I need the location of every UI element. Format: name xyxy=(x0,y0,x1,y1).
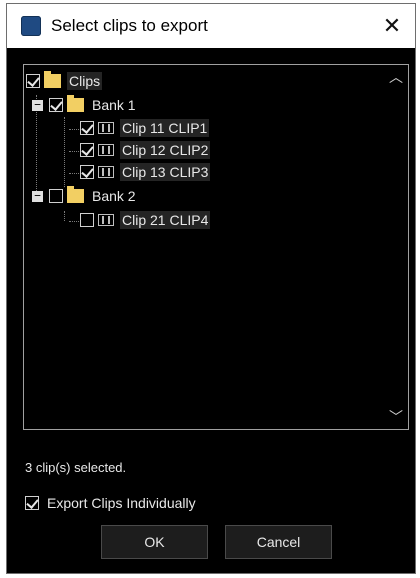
tree-item-label: Clip 21 CLIP4 xyxy=(120,211,211,229)
clip-checkbox[interactable] xyxy=(80,165,94,179)
tree-item-label: Bank 1 xyxy=(92,97,136,113)
clip-checkbox[interactable] xyxy=(80,121,94,135)
bank-2-checkbox[interactable] xyxy=(49,189,63,203)
app-icon xyxy=(21,16,41,36)
title-bar: Select clips to export ✕ xyxy=(7,4,415,48)
film-clip-icon xyxy=(98,166,114,178)
tree-item-clip-13[interactable]: Clip 13 CLIP3 xyxy=(80,161,211,183)
close-icon: ✕ xyxy=(382,13,402,38)
dialog-title: Select clips to export xyxy=(51,16,208,35)
collapse-icon[interactable]: − xyxy=(32,190,43,202)
tree-item-bank-2[interactable]: − Bank 2 xyxy=(32,185,138,207)
tree-item-label: Clip 12 CLIP2 xyxy=(120,141,211,159)
bank-1-checkbox[interactable] xyxy=(49,98,63,112)
film-clip-icon xyxy=(98,122,114,134)
export-individually-checkbox[interactable] xyxy=(25,496,39,510)
export-dialog: Select clips to export ✕ Clips − Bank 1 xyxy=(6,3,416,574)
film-clip-icon xyxy=(98,214,114,226)
export-individually-option[interactable]: Export Clips Individually xyxy=(25,494,198,512)
folder-icon xyxy=(44,71,61,88)
tree-item-label: Clip 13 CLIP3 xyxy=(120,163,211,181)
selection-status: 3 clip(s) selected. xyxy=(25,460,127,475)
tree-item-bank-1[interactable]: − Bank 1 xyxy=(32,94,138,116)
collapse-icon[interactable]: − xyxy=(32,99,43,111)
tree-item-label: Clip 11 CLIP1 xyxy=(120,119,210,137)
close-button[interactable]: ✕ xyxy=(369,4,415,48)
tree-item-clip-12[interactable]: Clip 12 CLIP2 xyxy=(80,139,211,161)
scroll-up-icon[interactable]: ︿ xyxy=(388,69,404,85)
folder-icon xyxy=(67,95,84,112)
tree-connector xyxy=(64,211,65,221)
film-clip-icon xyxy=(98,144,114,156)
tree-item-clip-11[interactable]: Clip 11 CLIP1 xyxy=(80,117,210,139)
tree-item-clip-21[interactable]: Clip 21 CLIP4 xyxy=(80,209,211,231)
cancel-button[interactable]: Cancel xyxy=(225,525,332,559)
scroll-down-icon[interactable]: ﹀ xyxy=(388,409,404,425)
tree-item-label: Clips xyxy=(67,72,103,90)
tree-item-label: Bank 2 xyxy=(92,188,136,204)
clips-checkbox[interactable] xyxy=(26,74,40,88)
clip-checkbox[interactable] xyxy=(80,213,94,227)
tree-item-clips[interactable]: Clips xyxy=(26,70,103,92)
ok-button[interactable]: OK xyxy=(101,525,208,559)
clip-tree[interactable]: Clips − Bank 1 Clip 11 CLIP1 Clip 12 CLI… xyxy=(23,64,409,430)
export-individually-label: Export Clips Individually xyxy=(47,495,196,511)
folder-icon xyxy=(67,186,84,203)
clip-checkbox[interactable] xyxy=(80,143,94,157)
tree-connector xyxy=(64,117,65,187)
